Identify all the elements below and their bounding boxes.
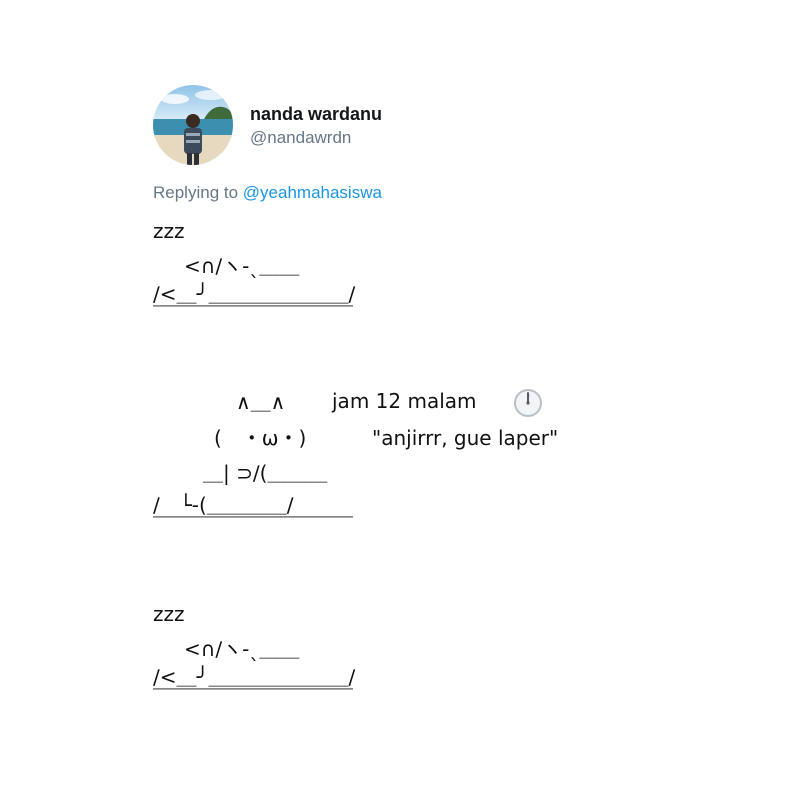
replying-to-line: Replying to @yeahmahasiswa (153, 183, 382, 203)
scene2-caption-time: jam 12 malam (332, 389, 477, 413)
scene3-line1: <∩∕ヽ‐ˎ＿＿ (184, 637, 300, 661)
scene1-line2: ∕<＿╯＿＿＿＿＿＿＿∕ (153, 282, 356, 306)
replying-to-mention-link[interactable]: @yeahmahasiswa (243, 183, 382, 202)
user-handle[interactable]: @nandawrdn (250, 128, 351, 148)
display-name[interactable]: nanda wardanu (250, 104, 382, 125)
scene1-floor: ￣￣￣￣￣￣￣￣￣￣ (153, 304, 353, 328)
scene2-body-line2: ∕ └-(＿＿＿＿∕ (153, 493, 294, 517)
scene1-zzz: zzz (153, 219, 185, 243)
avatar[interactable] (153, 85, 233, 165)
scene2-caption-quote: "anjirrr, gue laper" (372, 426, 559, 450)
scene2-ears: ∧＿∧ (236, 390, 286, 414)
scene3-zzz: zzz (153, 602, 185, 626)
replying-to-label: Replying to (153, 183, 243, 202)
profile-photo-avatar (153, 85, 233, 165)
scene3-floor: ￣￣￣￣￣￣￣￣￣￣ (153, 687, 353, 711)
scene2-face: ( ・ω・) (214, 426, 307, 450)
scene2-body-line1: ＿| ⊃∕(＿＿＿ (203, 461, 328, 485)
scene3-line2: ∕<＿╯＿＿＿＿＿＿＿∕ (153, 665, 356, 689)
clock-icon (513, 388, 543, 418)
scene2-floor: ￣￣￣￣￣￣￣￣￣￣ (153, 515, 353, 539)
scene1-line1: <∩∕ヽ‐ˎ＿＿ (184, 254, 300, 278)
